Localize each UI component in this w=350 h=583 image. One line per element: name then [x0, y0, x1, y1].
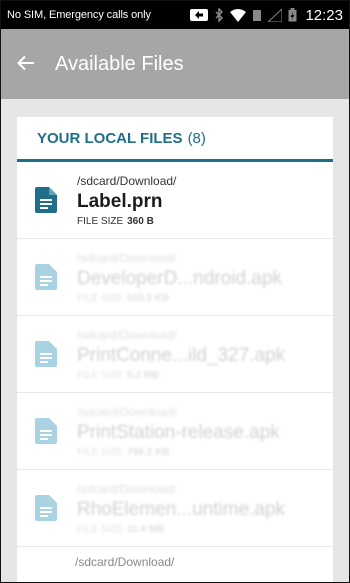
file-path: /sdcard/Download/ [77, 250, 177, 265]
file-count: (8) [187, 129, 206, 147]
sim-icon [252, 9, 262, 22]
file-name: PrintStation-release.apk [77, 421, 280, 443]
page-title: Available Files [55, 52, 184, 75]
file-path: /sdcard/Download/ [77, 404, 177, 419]
status-icons: 12:23 [190, 7, 343, 24]
file-path: /sdcard/Download/ [77, 173, 177, 188]
bluetooth-icon [214, 8, 224, 22]
file-path: /sdcard/Download/ [75, 555, 175, 569]
document-icon [35, 264, 57, 290]
arrow-back-icon[interactable] [17, 53, 45, 75]
file-row[interactable]: /sdcard/Download/ Label.prn FILE SIZE 360… [17, 162, 333, 239]
document-icon [35, 187, 57, 213]
screen: No SIM, Emergency calls only 12:23 Avail… [0, 0, 350, 583]
carrier-text: No SIM, Emergency calls only [7, 9, 151, 21]
section-header: YOUR LOCAL FILES (8) [17, 117, 333, 162]
file-row[interactable]: /sdcard/Download/ PrintConne...ild_327.a… [17, 316, 333, 393]
file-name: Label.prn [77, 190, 163, 212]
wifi-icon [230, 8, 247, 22]
clock: 12:23 [305, 6, 343, 24]
status-bar: No SIM, Emergency calls only 12:23 [1, 1, 349, 29]
battery-icon [288, 8, 297, 22]
document-icon [35, 341, 57, 367]
file-size: FILE SIZE 5.2 MB [77, 369, 160, 381]
local-files-card: YOUR LOCAL FILES (8) /sdcard/Download/ L… [17, 117, 333, 582]
file-name: DeveloperD...ndroid.apk [77, 267, 282, 289]
signal-icon [268, 8, 283, 22]
file-row[interactable]: /sdcard/Download/ PrintStation-release.a… [17, 393, 333, 470]
file-row[interactable]: /sdcard/Download/ RhoElemen...untime.apk… [17, 470, 333, 547]
file-size: FILE SIZE 360 B [77, 215, 154, 227]
notification-icon [190, 9, 209, 21]
file-name: RhoElemen...untime.apk [77, 498, 286, 520]
partial-file-row[interactable]: /sdcard/Download/ [17, 547, 333, 577]
section-title: YOUR LOCAL FILES [37, 129, 183, 147]
file-name: PrintConne...ild_327.apk [77, 344, 286, 366]
app-bar: Available Files [1, 29, 349, 99]
document-icon [35, 418, 57, 444]
file-row[interactable]: /sdcard/Download/ DeveloperD...ndroid.ap… [17, 239, 333, 316]
file-size: FILE SIZE 11.4 MB [77, 523, 165, 535]
file-size: FILE SIZE 796.2 KB [77, 446, 170, 458]
file-size: FILE SIZE 515.5 KB [77, 292, 170, 304]
file-path: /sdcard/Download/ [77, 481, 177, 496]
file-path: /sdcard/Download/ [77, 327, 177, 342]
document-icon [35, 495, 57, 521]
